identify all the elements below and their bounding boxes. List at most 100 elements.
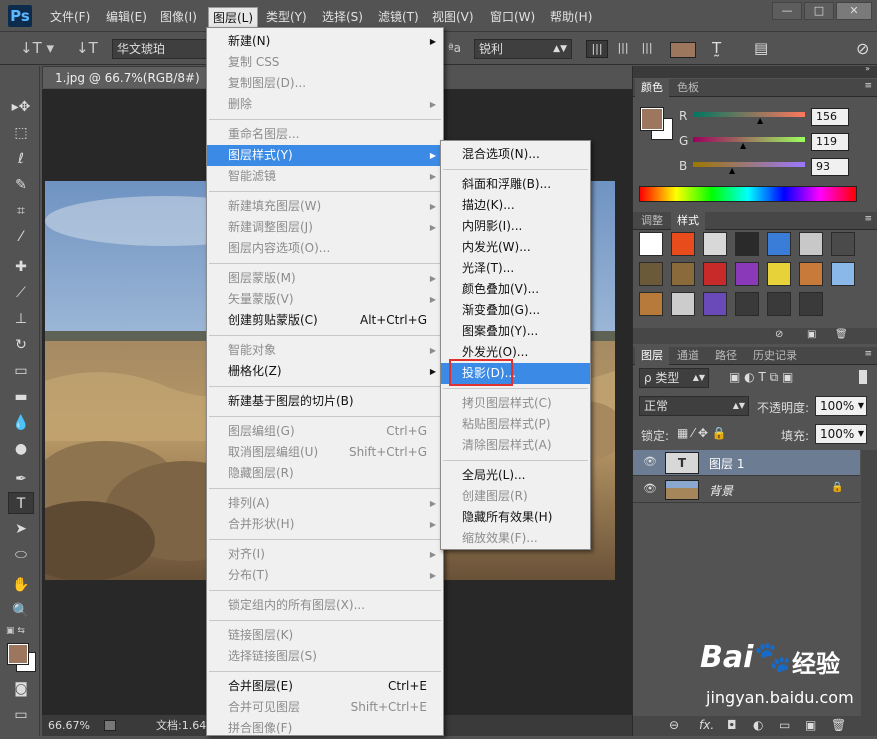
lasso-tool-icon[interactable]: ℓ bbox=[8, 148, 34, 170]
blur-tool-icon[interactable]: 💧 bbox=[8, 412, 34, 434]
style-swatch[interactable] bbox=[639, 262, 663, 286]
color-spectrum[interactable] bbox=[639, 186, 857, 202]
layer-name[interactable]: 图层 1 bbox=[709, 455, 744, 472]
type-tool-icon[interactable]: T bbox=[8, 492, 34, 514]
restore-button[interactable]: □ bbox=[804, 2, 834, 20]
tab-history[interactable]: 历史记录 bbox=[747, 347, 803, 365]
tab-paths[interactable]: 路径 bbox=[709, 347, 743, 365]
menu-option[interactable]: 全局光(L)... bbox=[441, 465, 590, 486]
blend-mode-select[interactable]: 正常 ▲▼ bbox=[639, 396, 749, 416]
style-swatch[interactable] bbox=[831, 262, 855, 286]
b-slider-thumb[interactable]: ▲ bbox=[729, 166, 735, 175]
menu-item[interactable]: 图像(I) bbox=[156, 7, 201, 27]
style-swatch[interactable] bbox=[799, 232, 823, 256]
panel-menu-icon[interactable]: ≡ bbox=[864, 214, 872, 224]
pen-tool-icon[interactable]: ✒ bbox=[8, 468, 34, 490]
style-swatch[interactable] bbox=[799, 292, 823, 316]
b-value[interactable]: 93 bbox=[811, 158, 849, 176]
menu-option[interactable]: 图案叠加(Y)... bbox=[441, 321, 590, 342]
crop-tool-icon[interactable]: ⌗ bbox=[8, 200, 34, 222]
menu-item[interactable]: 编辑(E) bbox=[102, 7, 151, 27]
menu-option[interactable]: 内阴影(I)... bbox=[441, 216, 590, 237]
menu-item[interactable]: 滤镜(T) bbox=[374, 7, 423, 27]
menu-item[interactable]: 文件(F) bbox=[46, 7, 94, 27]
menu-option[interactable]: 栅格化(Z) ▶ bbox=[207, 361, 443, 382]
ellipse-tool-icon[interactable]: ⬭ bbox=[8, 544, 34, 566]
quick-mask-icon[interactable]: ◙ bbox=[8, 678, 34, 700]
style-swatch[interactable] bbox=[767, 232, 791, 256]
style-swatch[interactable] bbox=[735, 292, 759, 316]
menu-option[interactable]: 隐藏所有效果(H) bbox=[441, 507, 590, 528]
g-value[interactable]: 119 bbox=[811, 133, 849, 151]
path-selection-tool-icon[interactable]: ➤ bbox=[8, 518, 34, 540]
tab-adjustments[interactable]: 调整 bbox=[635, 212, 669, 230]
tab-styles[interactable]: 样式 bbox=[671, 212, 705, 230]
align-right-icon[interactable]: ||| bbox=[636, 40, 658, 58]
layer-row-text[interactable]: 👁 T 图层 1 bbox=[633, 450, 860, 476]
menu-option[interactable]: 颜色叠加(V)... bbox=[441, 279, 590, 300]
align-left-icon[interactable]: ||| bbox=[586, 40, 608, 58]
quick-selection-tool-icon[interactable]: ✎ bbox=[8, 174, 34, 196]
style-swatch[interactable] bbox=[799, 262, 823, 286]
type-tool-preset-icon[interactable]: ↓T ▾ bbox=[20, 39, 54, 57]
gradient-tool-icon[interactable]: ▬ bbox=[8, 386, 34, 408]
brush-tool-icon[interactable]: ⟋ bbox=[8, 282, 34, 304]
color-panel-foreground-swatch[interactable] bbox=[640, 107, 664, 131]
default-colors-icon[interactable]: ▣ ⇆ bbox=[6, 626, 25, 636]
fill-input[interactable]: 100% ▼ bbox=[815, 424, 867, 444]
filter-image-icon[interactable]: ▣ ◐ T ⧉ ▣ bbox=[729, 370, 793, 385]
zoom-tool-icon[interactable]: 🔍 bbox=[8, 600, 34, 622]
b-slider[interactable] bbox=[693, 162, 805, 167]
opacity-input[interactable]: 100% ▼ bbox=[815, 396, 867, 416]
tab-swatches[interactable]: 色板 bbox=[671, 79, 705, 97]
tab-channels[interactable]: 通道 bbox=[671, 347, 705, 365]
eyedropper-tool-icon[interactable]: ⁄ bbox=[8, 226, 34, 248]
document-tab[interactable]: 1.jpg @ 66.7%(RGB/8#) bbox=[42, 66, 222, 88]
layer-filter-select[interactable]: ρ 类型 ▲▼ bbox=[639, 368, 709, 388]
menu-option[interactable]: 描边(K)... bbox=[441, 195, 590, 216]
style-swatch[interactable] bbox=[639, 292, 663, 316]
delete-style-icon[interactable]: 🗑 bbox=[835, 329, 848, 340]
filter-toggle-icon[interactable] bbox=[859, 370, 867, 384]
clear-style-icon[interactable]: ⊘ bbox=[775, 329, 783, 340]
r-slider-thumb[interactable]: ▲ bbox=[757, 116, 763, 125]
healing-brush-tool-icon[interactable]: ✚ bbox=[8, 256, 34, 278]
style-swatch[interactable] bbox=[767, 262, 791, 286]
eraser-tool-icon[interactable]: ▭ bbox=[8, 360, 34, 382]
visibility-eye-icon[interactable]: 👁 bbox=[643, 482, 657, 495]
cancel-icon[interactable]: ⊘ bbox=[856, 39, 869, 58]
tab-color[interactable]: 颜色 bbox=[635, 79, 669, 97]
minimize-button[interactable]: — bbox=[772, 2, 802, 20]
style-swatch[interactable] bbox=[831, 232, 855, 256]
move-tool-icon[interactable]: ▸✥ bbox=[8, 96, 34, 118]
layer-name[interactable]: 背景 bbox=[709, 482, 733, 499]
menu-option[interactable]: 光泽(T)... bbox=[441, 258, 590, 279]
g-slider-thumb[interactable]: ▲ bbox=[740, 141, 746, 150]
menu-option[interactable]: 新建基于图层的切片(B) bbox=[207, 391, 443, 412]
lock-icons[interactable]: ▦ ⁄ ✥ 🔒 bbox=[677, 426, 727, 440]
foreground-color-swatch[interactable] bbox=[7, 643, 29, 665]
dodge-tool-icon[interactable]: ● bbox=[8, 438, 34, 460]
clone-stamp-tool-icon[interactable]: ⊥ bbox=[8, 308, 34, 330]
menu-option[interactable]: 斜面和浮雕(B)... bbox=[441, 174, 590, 195]
link-layers-icon[interactable]: ⊖ bbox=[669, 718, 679, 732]
panel-menu-icon[interactable]: ≡ bbox=[864, 81, 872, 91]
menu-option[interactable]: 混合选项(N)... bbox=[441, 144, 590, 165]
style-swatch[interactable] bbox=[703, 262, 727, 286]
r-value[interactable]: 156 bbox=[811, 108, 849, 126]
character-panel-icon[interactable]: ▤ bbox=[754, 39, 768, 57]
close-button[interactable]: ✕ bbox=[836, 2, 872, 20]
style-swatch[interactable] bbox=[639, 232, 663, 256]
menu-option[interactable]: 合并图层(E) Ctrl+E bbox=[207, 676, 443, 697]
menu-option[interactable]: 内发光(W)... bbox=[441, 237, 590, 258]
align-center-icon[interactable]: ||| bbox=[612, 40, 634, 58]
toggle-text-orientation-icon[interactable]: ↓T bbox=[76, 39, 98, 57]
warp-text-icon[interactable]: T̰ bbox=[712, 39, 721, 57]
layer-row-background[interactable]: 👁 背景 🔒 bbox=[633, 477, 860, 503]
anti-alias-select[interactable]: 锐利 ▲▼ bbox=[474, 39, 572, 59]
style-swatch[interactable] bbox=[671, 262, 695, 286]
screen-mode-icon[interactable]: ▭ bbox=[8, 704, 34, 726]
menu-item[interactable]: 帮助(H) bbox=[546, 7, 596, 27]
menu-item[interactable]: 窗口(W) bbox=[486, 7, 539, 27]
marquee-tool-icon[interactable]: ⬚ bbox=[8, 122, 34, 144]
